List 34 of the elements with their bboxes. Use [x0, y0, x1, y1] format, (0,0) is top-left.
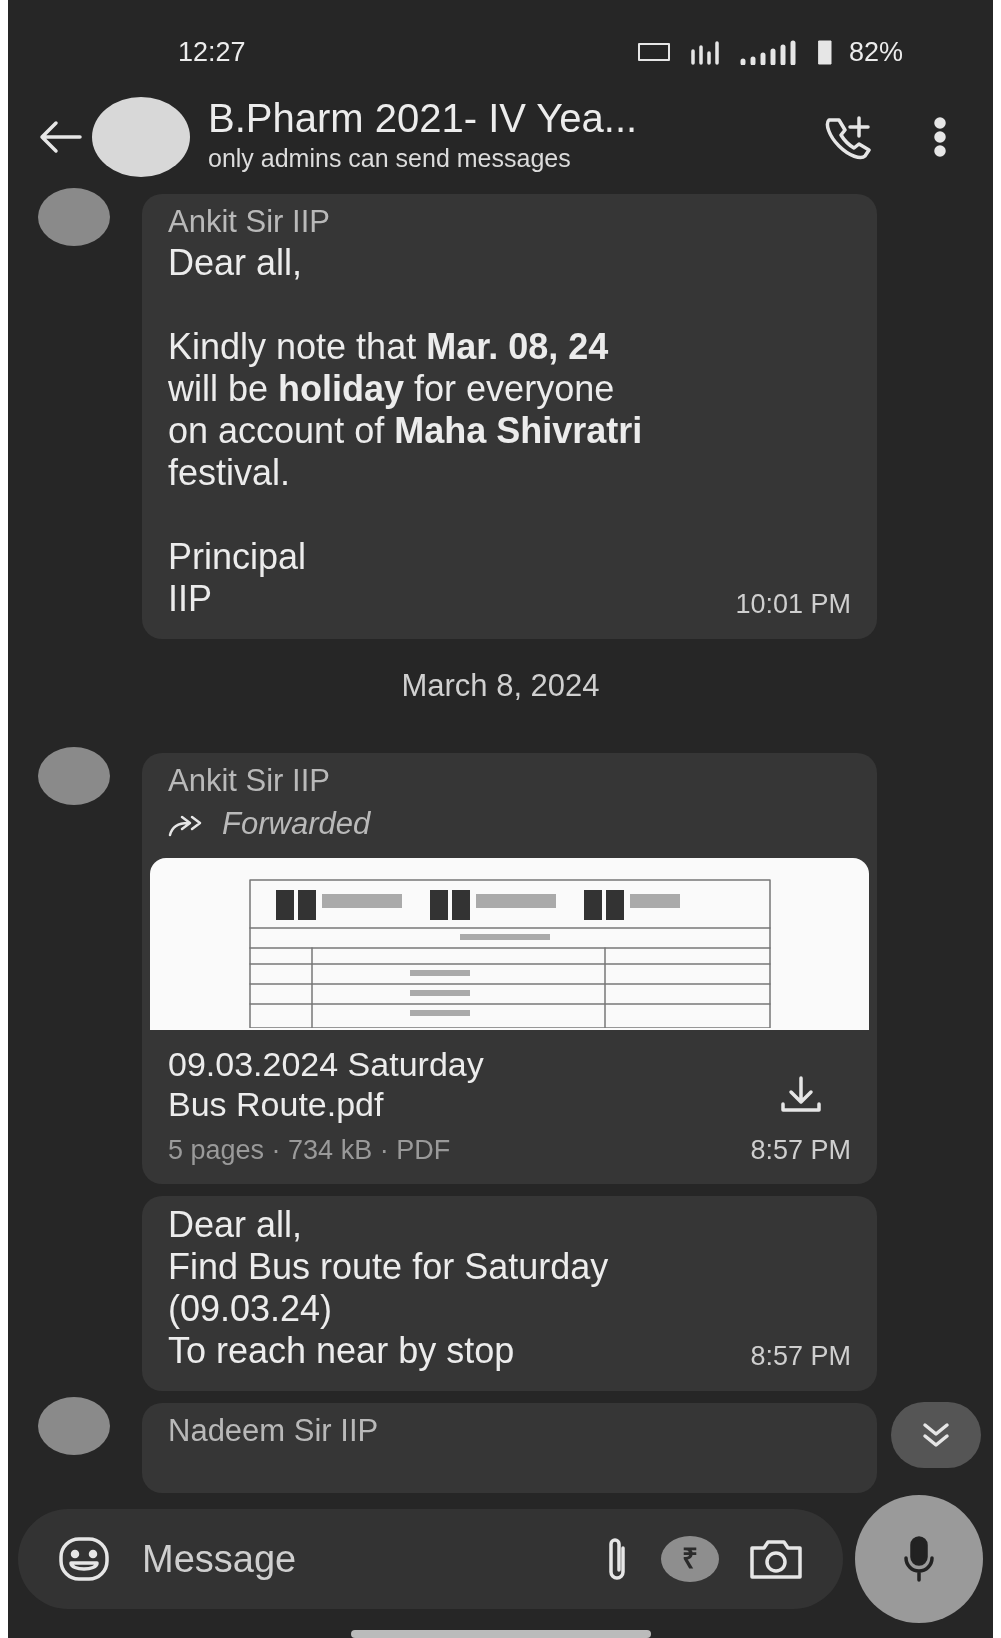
kebab-menu-icon	[933, 117, 947, 158]
back-arrow-icon	[38, 120, 82, 155]
sender-name: Ankit Sir IIP	[168, 203, 331, 242]
message-time: 8:57 PM	[750, 1340, 851, 1374]
message-time: 10:01 PM	[735, 588, 851, 622]
double-chevron-down-icon	[921, 1421, 951, 1450]
message-input-field[interactable]: Message ₹	[18, 1509, 843, 1609]
payment-button[interactable]: ₹	[661, 1536, 719, 1582]
group-subtitle: only admins can send messages	[208, 143, 572, 175]
sender-name: Nadeem Sir IIP	[168, 1411, 380, 1450]
camera-button[interactable]	[749, 1538, 803, 1580]
document-preview[interactable]	[150, 857, 869, 1030]
download-button[interactable]	[778, 1073, 823, 1114]
file-meta: 5 pages · 734 kB · PDF	[168, 1133, 452, 1167]
battery-icon	[816, 38, 833, 67]
download-icon	[778, 1073, 823, 1114]
emoji-button[interactable]	[58, 1536, 110, 1582]
date-label: March 8, 2024	[400, 666, 601, 705]
message-time: 8:57 PM	[750, 1133, 851, 1167]
sender-name: Ankit Sir IIP	[168, 762, 331, 801]
camera-icon	[749, 1538, 803, 1580]
message-text: Dear all,	[168, 242, 303, 285]
battery-level: 82%	[848, 36, 903, 69]
microphone-icon	[902, 1536, 936, 1582]
back-button[interactable]	[38, 120, 82, 155]
message-text: Dear all, Find Bus route for Saturday (09.03.24) To reach near by stop	[168, 1204, 609, 1373]
sticker-face-icon	[58, 1536, 110, 1582]
status-time: 12:27	[178, 36, 246, 69]
group-title[interactable]: B.Pharm 2021- IV Yea...	[208, 96, 811, 141]
file-name: 09.03.2024 Saturday Bus Route.pdf	[168, 1043, 484, 1124]
message-text: Principal IIP	[168, 536, 307, 621]
message-text: Kindly note that Mar. 08, 24 will be holiday for everyone on account of Maha Shivratri festival.	[168, 326, 643, 495]
forwarded-label: Forwarded	[222, 805, 371, 844]
menu-button[interactable]	[933, 117, 947, 158]
